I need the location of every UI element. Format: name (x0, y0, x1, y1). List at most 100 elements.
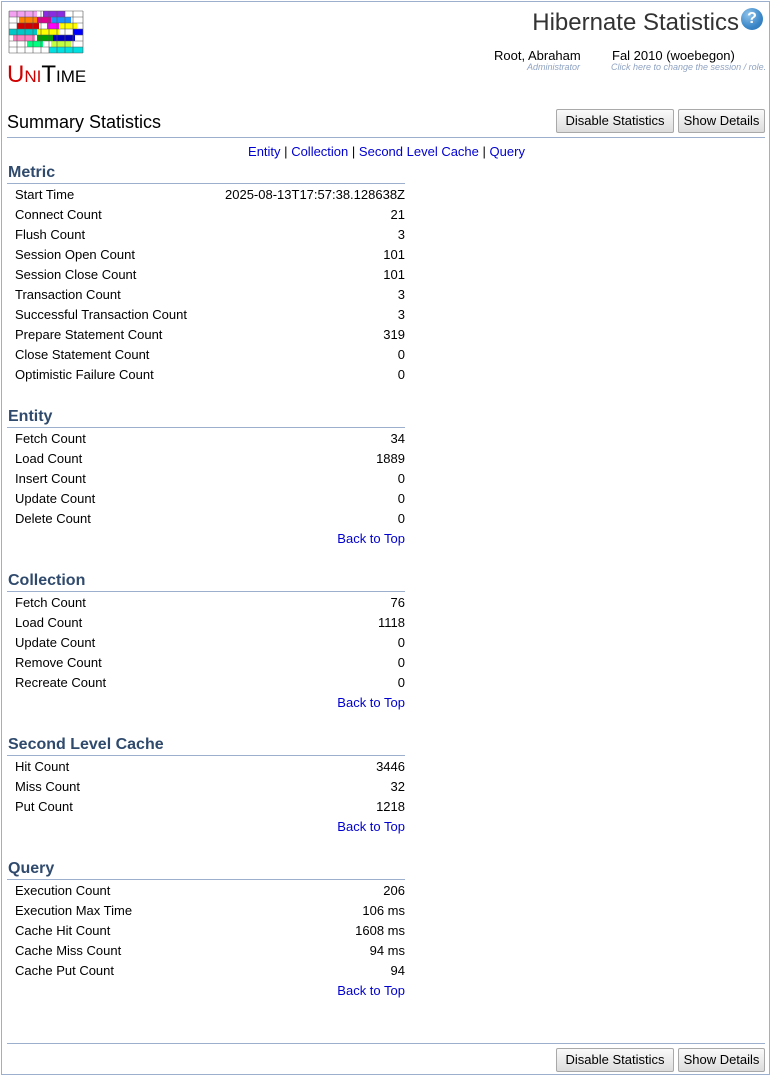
nav-link-collection[interactable]: Collection (291, 144, 348, 159)
stat-label: Close Statement Count (15, 347, 150, 362)
stat-row: Update Count 0 (7, 633, 405, 653)
stat-label: Transaction Count (15, 287, 121, 302)
stat-row: Load Count 1889 (7, 449, 405, 469)
stat-row: Cache Miss Count 94 ms (7, 941, 405, 961)
stat-value: 0 (397, 511, 405, 526)
session-change-hint[interactable]: Click here to change the session / role. (611, 62, 766, 72)
stat-row: Transaction Count 3 (7, 285, 405, 305)
stat-value: 319 (383, 327, 405, 342)
stat-label: Fetch Count (15, 431, 86, 446)
disable-statistics-button[interactable]: Disable Statistics (556, 109, 674, 133)
stat-value: 21 (390, 207, 405, 222)
stat-value: 94 ms (369, 943, 405, 958)
stat-value: 0 (397, 491, 405, 506)
stat-row: Start Time 2025-08-13T17:57:38.128638Z (7, 185, 405, 205)
stat-label: Miss Count (15, 779, 81, 794)
stat-label: Update Count (15, 491, 96, 506)
stat-row: Insert Count 0 (7, 469, 405, 489)
stat-value: 1118 (378, 615, 405, 630)
stat-row: Close Statement Count 0 (7, 345, 405, 365)
stat-value: 0 (397, 471, 405, 486)
collection-section-title: Collection (7, 571, 405, 592)
stat-value: 0 (397, 347, 405, 362)
stat-value: 76 (390, 595, 405, 610)
back-to-top-link[interactable]: Back to Top (337, 983, 405, 998)
back-to-top-row: Back to Top (7, 817, 405, 837)
query-section: Query Execution Count 206 Execution Max Tim… (7, 859, 405, 1001)
stat-row: Prepare Statement Count 319 (7, 325, 405, 345)
stat-label: Cache Put Count (15, 963, 115, 978)
back-to-top-row: Back to Top (7, 529, 405, 549)
stat-value: 101 (383, 267, 405, 282)
metric-section: Metric Start Time 2025-08-13T17:57:38.1286… (7, 163, 405, 385)
stat-label: Cache Hit Count (15, 923, 111, 938)
stat-row: Optimistic Failure Count 0 (7, 365, 405, 385)
stat-value: 3 (397, 307, 405, 322)
entity-section-title: Entity (7, 407, 405, 428)
stat-label: Fetch Count (15, 595, 86, 610)
nav-link-second-level-cache[interactable]: Second Level Cache (359, 144, 479, 159)
stat-row: Recreate Count 0 (7, 673, 405, 693)
stat-value: 0 (397, 635, 405, 650)
user-name[interactable]: Root, Abraham (494, 48, 581, 63)
page-title: Hibernate Statistics (532, 9, 739, 36)
stat-label: Optimistic Failure Count (15, 367, 154, 382)
back-to-top-link[interactable]: Back to Top (337, 819, 405, 834)
nav-link-query[interactable]: Query (490, 144, 525, 159)
stat-value: 3 (397, 287, 405, 302)
stat-row: Flush Count 3 (7, 225, 405, 245)
stat-label: Load Count (15, 451, 83, 466)
stat-label: Prepare Statement Count (15, 327, 163, 342)
stat-row: Miss Count 32 (7, 777, 405, 797)
session-name[interactable]: Fal 2010 (woebegon) (612, 48, 735, 63)
nav-separator: | (284, 144, 288, 159)
stat-value: 206 (383, 883, 405, 898)
stat-row: Load Count 1118 (7, 613, 405, 633)
user-role[interactable]: Administrator (527, 62, 580, 72)
stat-value: 34 (390, 431, 405, 446)
show-details-button[interactable]: Show Details (678, 109, 765, 133)
stat-label: Execution Max Time (15, 903, 133, 918)
nav-link-entity[interactable]: Entity (248, 144, 281, 159)
stat-label: Update Count (15, 635, 96, 650)
stat-label: Session Close Count (15, 267, 137, 282)
back-to-top-row: Back to Top (7, 981, 405, 1001)
stat-label: Delete Count (15, 511, 91, 526)
cache-section-title: Second Level Cache (7, 735, 405, 756)
stat-row: Session Open Count 101 (7, 245, 405, 265)
summary-header: Summary Statistics Disable Statistics Sh… (7, 109, 765, 138)
back-to-top-row: Back to Top (7, 693, 405, 713)
back-to-top-link[interactable]: Back to Top (337, 531, 405, 546)
stat-value: 94 (390, 963, 405, 978)
stat-row: Hit Count 3446 (7, 757, 405, 777)
stat-row: Fetch Count 34 (7, 429, 405, 449)
stat-label: Session Open Count (15, 247, 135, 262)
second-level-cache-section: Second Level Cache Hit Count 3446 Miss Coun… (7, 735, 405, 837)
summary-title: Summary Statistics (7, 112, 162, 132)
stat-row: Execution Count 206 (7, 881, 405, 901)
stat-row: Update Count 0 (7, 489, 405, 509)
help-icon[interactable]: ? (741, 8, 763, 30)
stat-value: 3446 (376, 759, 405, 774)
entity-section: Entity Fetch Count 34 Load Count 1889 Insert … (7, 407, 405, 549)
unitime-logo[interactable]: UNITIME (7, 9, 87, 91)
stat-row: Execution Max Time 106 ms (7, 901, 405, 921)
stat-value: 0 (397, 675, 405, 690)
logo-timetable-grid (7, 9, 85, 57)
stat-value: 1889 (376, 451, 405, 466)
logo-wordmark: UNITIME (7, 61, 87, 88)
stat-row: Fetch Count 76 (7, 593, 405, 613)
stat-label: Insert Count (15, 471, 86, 486)
stat-row: Cache Put Count 94 (7, 961, 405, 981)
stat-label: Recreate Count (15, 675, 107, 690)
stat-label: Connect Count (15, 207, 102, 222)
disable-statistics-button-bottom[interactable]: Disable Statistics (556, 1048, 674, 1072)
stat-value: 101 (383, 247, 405, 262)
stat-label: Start Time (15, 187, 75, 202)
stat-row: Remove Count 0 (7, 653, 405, 673)
stat-value: 1218 (376, 799, 405, 814)
show-details-button-bottom[interactable]: Show Details (678, 1048, 765, 1072)
stat-label: Execution Count (15, 883, 111, 898)
back-to-top-link[interactable]: Back to Top (337, 695, 405, 710)
metric-section-title: Metric (7, 163, 405, 184)
